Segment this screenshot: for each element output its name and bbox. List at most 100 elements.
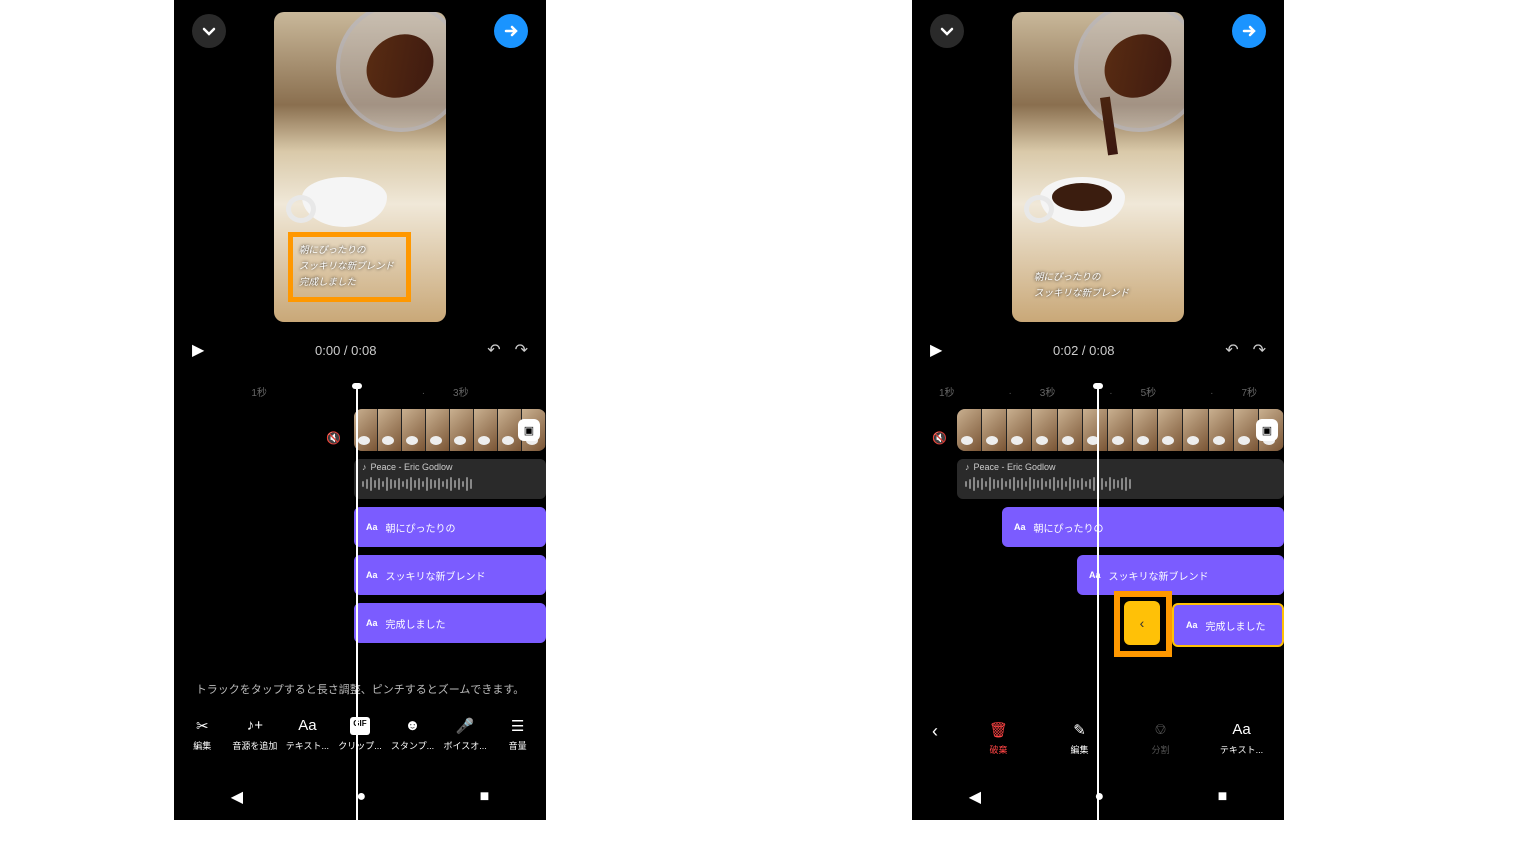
tool-stamp[interactable]: ☻スタンプ...	[389, 717, 437, 752]
ruler-tick: 1秒	[251, 384, 267, 399]
caption-overlay: 朝にぴったりの スッキリな新ブレンド	[1034, 270, 1129, 302]
video-preview[interactable]: 朝にぴったりの スッキリな新ブレンド	[1012, 12, 1184, 322]
back-button[interactable]: ‹	[932, 721, 938, 742]
tool-edit[interactable]: ✂編集	[178, 717, 226, 752]
waveform	[362, 475, 538, 493]
caption-line: 朝にぴったりの	[299, 243, 394, 259]
music-title: Peace - Eric Godlow	[974, 462, 1056, 472]
collapse-button[interactable]	[192, 14, 226, 48]
tool-label: クリップ...	[338, 739, 382, 752]
text-icon: Aa	[366, 570, 378, 580]
caption-overlay-selected[interactable]: 朝にぴったりの スッキリな新ブレンド 完成しました	[288, 232, 411, 302]
playback-bar: ▶ 0:02 / 0:08 ↶ ↷	[912, 332, 1284, 368]
caption-track[interactable]: Aa スッキリな新ブレンド	[354, 555, 546, 595]
caption-text: スッキリな新ブレンド	[1109, 568, 1209, 583]
cup-shape	[1040, 177, 1125, 227]
tool-label: 破棄	[989, 743, 1007, 756]
play-button[interactable]: ▶	[192, 340, 204, 360]
toolbar: ✂編集 ♪+音源を追加 Aa テキスト... GIF クリップ... ☻スタンプ..…	[174, 713, 546, 764]
tool-text[interactable]: Aa テキスト...	[283, 717, 331, 752]
cup-shape	[302, 177, 387, 227]
gif-icon: GIF	[350, 717, 369, 735]
undo-button[interactable]: ↶	[1225, 340, 1238, 360]
video-preview[interactable]: 朝にぴったりの スッキリな新ブレンド 完成しました	[274, 12, 446, 322]
help-text: トラックをタップすると長さ調整、ピンチするとズームできます。	[174, 667, 546, 711]
caption-line: スッキリな新ブレンド	[299, 259, 394, 275]
tool-delete[interactable]: 🗑破棄	[975, 721, 1023, 756]
ruler-tick: 3秒	[1008, 384, 1055, 399]
tool-label: 音量	[509, 739, 527, 752]
tool-clip[interactable]: GIF クリップ...	[336, 717, 384, 752]
video-track[interactable]: ▣	[957, 409, 1284, 451]
caption-text: スッキリな新ブレンド	[386, 568, 486, 583]
scissors-icon: ✂	[196, 717, 209, 735]
glass-shape	[336, 12, 446, 132]
caption-line: スッキリな新ブレンド	[1034, 286, 1129, 302]
timeline-ruler: 1秒 3秒	[174, 376, 546, 403]
playback-bar: ▶ 0:00 / 0:08 ↶ ↷	[174, 332, 546, 368]
nav-recent[interactable]: ■	[1218, 788, 1228, 806]
music-icon: ♪	[362, 462, 367, 472]
tool-text[interactable]: Aa テキスト...	[1218, 721, 1266, 756]
ruler-tick: 5秒	[1109, 384, 1156, 399]
phone-right: 朝にぴったりの スッキリな新ブレンド ▶ 0:02 / 0:08 ↶ ↷ 1秒 …	[912, 0, 1284, 820]
pencil-icon: ✎	[1073, 721, 1086, 739]
redo-button[interactable]: ↷	[515, 340, 528, 360]
text-icon: Aa	[366, 618, 378, 628]
mute-icon[interactable]: 🔇	[326, 431, 341, 445]
caption-track[interactable]: Aa 完成しました	[354, 603, 546, 643]
text-icon: Aa	[366, 522, 378, 532]
collapse-button[interactable]	[930, 14, 964, 48]
time-display: 0:00 / 0:08	[204, 343, 487, 358]
glass-shape	[1074, 12, 1184, 132]
arrow-right-icon	[1241, 23, 1257, 39]
playhead[interactable]	[356, 389, 358, 820]
caption-track[interactable]: Aa朝にぴったりの	[1002, 507, 1284, 547]
nav-back[interactable]: ◀	[231, 787, 243, 807]
ruler-tick: 3秒	[422, 384, 469, 399]
clip-badge[interactable]: ▣	[1256, 419, 1278, 441]
mic-icon: 🎤	[456, 717, 475, 735]
tool-label: テキスト...	[1220, 743, 1263, 756]
undo-button[interactable]: ↶	[487, 340, 500, 360]
nav-back[interactable]: ◀	[969, 787, 981, 807]
caption-text: 完成しました	[386, 616, 446, 631]
tool-label: テキスト...	[286, 739, 329, 752]
caption-track-selected[interactable]: Aa完成しました	[1172, 603, 1284, 647]
music-track[interactable]: ♪Peace - Eric Godlow	[354, 459, 546, 499]
caption-track[interactable]: Aaスッキリな新ブレンド	[1077, 555, 1284, 595]
next-button[interactable]	[494, 14, 528, 48]
text-icon: Aa	[1232, 721, 1250, 739]
tool-volume[interactable]: ☰ 音量	[494, 717, 542, 752]
tool-voice[interactable]: 🎤ボイスオ...	[441, 717, 489, 752]
chevron-down-icon	[201, 23, 217, 39]
caption-track[interactable]: Aa 朝にぴったりの	[354, 507, 546, 547]
tool-label: スタンプ...	[391, 739, 434, 752]
caption-line: 朝にぴったりの	[1034, 270, 1129, 286]
play-button[interactable]: ▶	[930, 340, 942, 360]
nav-recent[interactable]: ■	[480, 788, 490, 806]
video-track[interactable]: ▣	[354, 409, 546, 451]
playhead[interactable]	[1097, 389, 1099, 820]
ruler-tick: 1秒	[939, 384, 955, 399]
trim-handle-left[interactable]: ‹	[1124, 601, 1160, 645]
timeline[interactable]: 🔇 ▣ ♪Peace - Eric Godlow Aa 朝にぴったりの Aa スッキ…	[174, 409, 546, 643]
caption-text: 朝にぴったりの	[1034, 520, 1104, 535]
music-icon: ♪	[965, 462, 970, 472]
text-icon: Aa	[298, 717, 316, 735]
tool-label: 分割	[1151, 743, 1169, 756]
timeline[interactable]: 🔇 ▣ ♪ Peace - Eric Godlow Aa朝にぴったりの Aaスッキ…	[912, 409, 1284, 647]
next-button[interactable]	[1232, 14, 1266, 48]
clip-badge[interactable]: ▣	[518, 419, 540, 441]
waveform	[965, 475, 1276, 493]
music-track[interactable]: ♪ Peace - Eric Godlow	[957, 459, 1284, 499]
redo-button[interactable]: ↷	[1253, 340, 1266, 360]
caption-line: 完成しました	[299, 275, 394, 291]
mute-icon[interactable]: 🔇	[932, 431, 947, 445]
time-display: 0:02 / 0:08	[942, 343, 1225, 358]
caption-text: 朝にぴったりの	[386, 520, 456, 535]
sliders-icon: ☰	[511, 717, 524, 735]
nav-home[interactable]: ●	[1094, 788, 1104, 806]
tool-split[interactable]: ⎊分割	[1137, 721, 1185, 756]
tool-music[interactable]: ♪+音源を追加	[231, 717, 279, 752]
